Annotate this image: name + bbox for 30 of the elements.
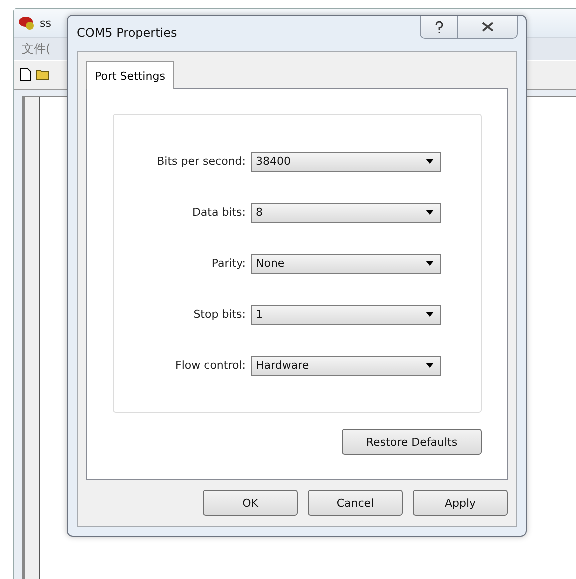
dropdown-field[interactable]: 38400 <box>251 152 441 172</box>
new-file-icon[interactable] <box>20 68 32 82</box>
dialog-button[interactable]: Apply <box>413 490 508 516</box>
app-icon <box>18 15 36 31</box>
help-button[interactable] <box>421 16 457 38</box>
field-label: Data bits: <box>191 206 247 219</box>
tab[interactable]: Port Settings <box>86 61 174 89</box>
caret-icon <box>426 210 434 215</box>
caret-icon <box>426 261 434 266</box>
caret-icon <box>426 312 434 317</box>
dialog-button[interactable]: OK <box>203 490 298 516</box>
caret-icon <box>426 363 434 368</box>
dropdown-field[interactable]: Hardware <box>251 356 441 376</box>
restore-defaults-button[interactable]: Restore Defaults <box>342 429 482 455</box>
field-label: Parity: <box>210 257 247 270</box>
dialog-button[interactable]: Cancel <box>308 490 403 516</box>
dialog-title: COM5 Properties <box>77 26 178 40</box>
close-icon <box>482 22 494 32</box>
dropdown-field[interactable]: 1 <box>251 304 441 324</box>
menu-item[interactable]: 文件( <box>22 40 51 58</box>
close-button[interactable] <box>457 16 517 38</box>
field-label: Stop bits: <box>192 308 247 321</box>
caret-icon <box>426 159 434 164</box>
window-title: ss <box>40 16 52 30</box>
field-label: Bits per second: <box>156 155 247 168</box>
help-icon <box>434 20 444 34</box>
folder-icon[interactable] <box>36 69 50 81</box>
field-label: Flow control: <box>174 359 247 372</box>
dropdown-field[interactable]: 8 <box>251 202 441 222</box>
dropdown-field[interactable]: None <box>251 254 441 274</box>
